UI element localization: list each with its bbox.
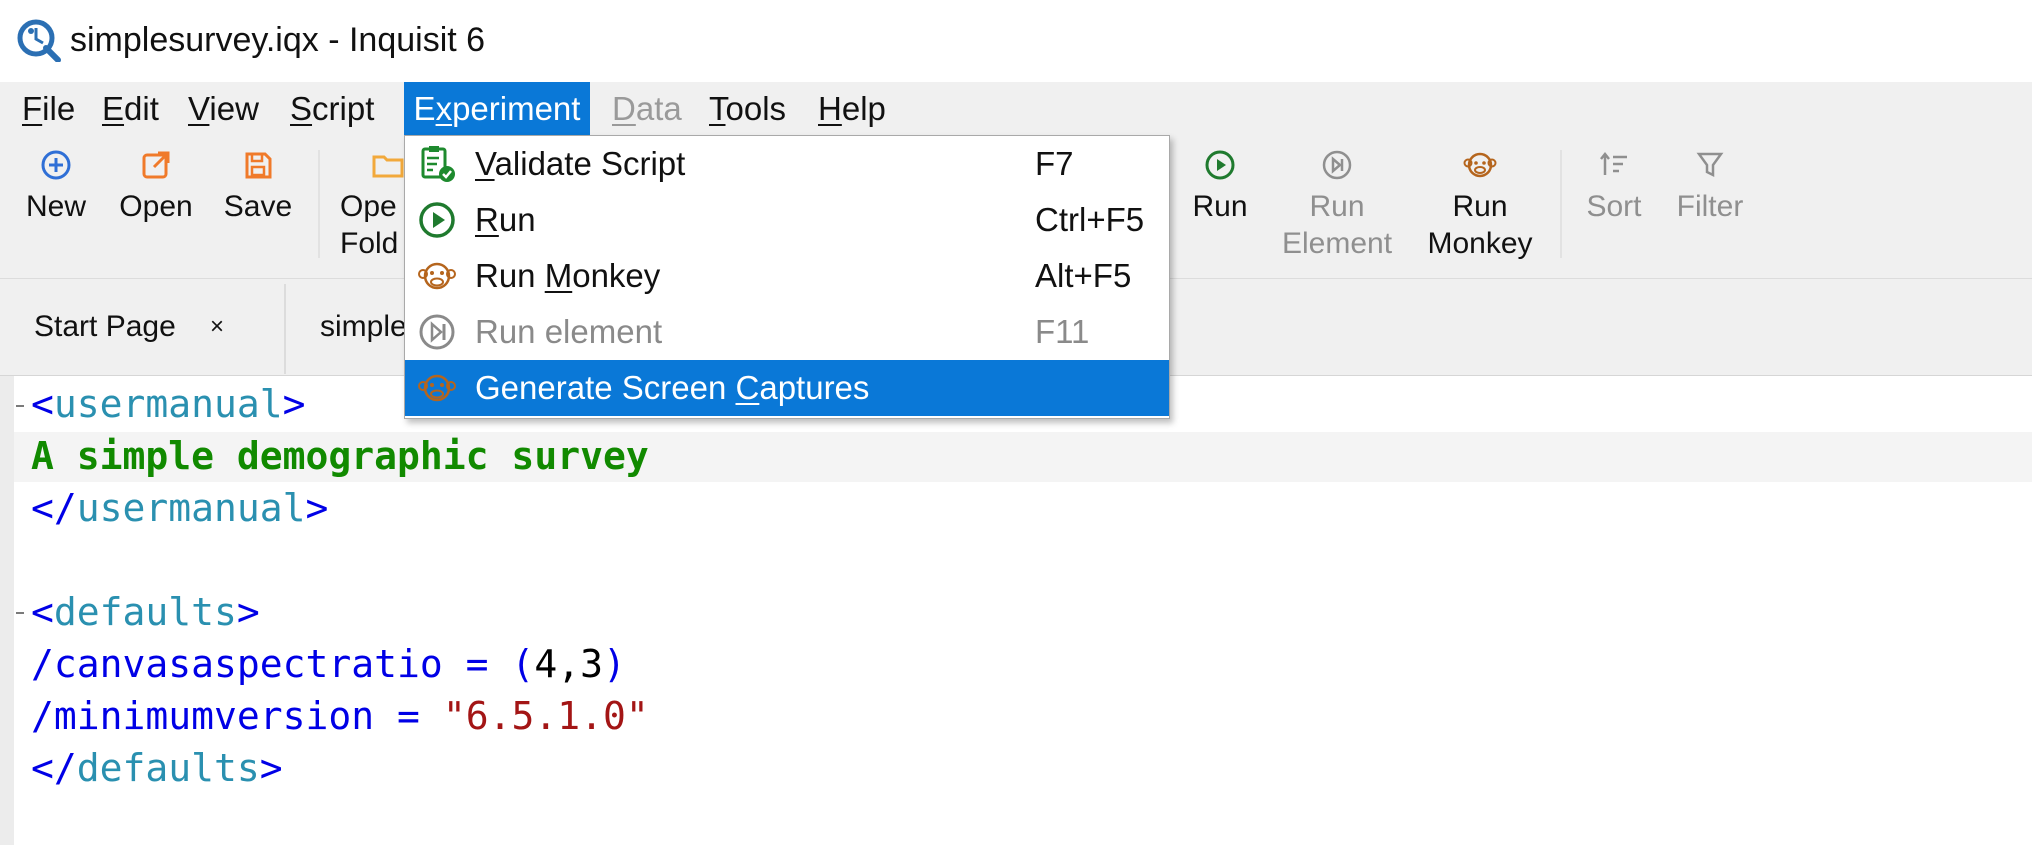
validate-script-label: Validate Script	[475, 145, 686, 182]
title-bar: simplesurvey.iqx - Inquisit 6	[0, 0, 2032, 82]
menu-help[interactable]: Help	[818, 82, 886, 135]
run-button[interactable]: Run	[1182, 147, 1258, 226]
code-line-3: </usermanual>	[31, 486, 329, 530]
sort-icon	[1600, 151, 1627, 175]
run-shortcut: Ctrl+F5	[1035, 201, 1145, 238]
open-folder-label-1: Ope	[340, 190, 397, 223]
open-button[interactable]: Open	[112, 147, 200, 226]
menu-edit[interactable]: Edit	[102, 82, 159, 135]
save-disk-icon	[245, 152, 272, 179]
open-folder-button[interactable]: Ope Fold	[340, 147, 410, 263]
menu-item-run[interactable]: Run Ctrl+F5	[405, 192, 1169, 248]
tab-simplesurvey[interactable]: simple	[286, 279, 406, 375]
menu-data[interactable]: Data	[612, 82, 682, 135]
tab-separator	[284, 284, 286, 374]
validate-checklist-icon	[421, 146, 455, 182]
monkey-icon	[1463, 152, 1497, 178]
tab-start-page-label: Start Page	[34, 310, 176, 343]
run-label: Run	[475, 201, 536, 238]
monkey-icon	[418, 374, 456, 402]
run-element-shortcut: F11	[1035, 313, 1090, 350]
open-label: Open	[119, 190, 193, 223]
menu-bar: File Edit View Script Experiment Data To…	[0, 82, 2032, 135]
run-monkey-label: Run Monkey	[475, 257, 661, 294]
filter-button[interactable]: Filter	[1668, 147, 1752, 226]
folder-icon	[372, 155, 404, 178]
run-label: Run	[1192, 190, 1248, 223]
code-line-7: /minimumversion = "6.5.1.0"	[31, 694, 649, 738]
run-element-button[interactable]: Run Element	[1272, 147, 1402, 263]
editor-gutter	[0, 376, 14, 845]
run-monkey-label-2: Monkey	[1427, 227, 1533, 260]
fold-marker[interactable]	[16, 405, 24, 407]
menu-script[interactable]: Script	[290, 82, 374, 135]
code-line-5: <defaults>	[31, 590, 260, 634]
plus-circle-icon	[41, 150, 71, 180]
inquisit-app-icon	[17, 19, 61, 62]
run-monkey-shortcut: Alt+F5	[1035, 257, 1132, 294]
play-circle-icon	[419, 202, 455, 238]
menu-item-generate-screen-captures[interactable]: Generate Screen Captures	[405, 360, 1169, 416]
toolbar-separator	[1560, 150, 1562, 258]
experiment-menu-dropdown: Validate Script F7 Run Ctrl+F5 Run Monke…	[404, 135, 1170, 419]
play-circle-icon	[1205, 150, 1235, 180]
code-line-6: /canvasaspectratio = (4,3)	[31, 642, 626, 686]
filter-label: Filter	[1676, 190, 1744, 223]
skip-circle-icon	[419, 314, 455, 350]
menu-file[interactable]: File	[22, 82, 75, 135]
save-label: Save	[223, 190, 293, 223]
new-label: New	[25, 190, 86, 223]
run-element-label: Run element	[475, 313, 663, 350]
tab-start-page[interactable]: Start Page ×	[0, 279, 284, 375]
save-button[interactable]: Save	[218, 147, 298, 226]
open-file-icon	[142, 151, 170, 179]
menu-tools[interactable]: Tools	[709, 82, 786, 135]
open-folder-label-2: Fold	[340, 227, 399, 260]
window-title: simplesurvey.iqx - Inquisit 6	[70, 21, 486, 59]
new-button[interactable]: New	[18, 147, 94, 226]
generate-screen-captures-label: Generate Screen Captures	[475, 369, 870, 406]
code-line-1: <usermanual>	[31, 382, 306, 426]
sort-label: Sort	[1586, 190, 1642, 223]
toolbar-separator	[318, 150, 320, 258]
menu-item-run-element[interactable]: Run element F11	[405, 304, 1169, 360]
tab-simplesurvey-label: simple	[320, 310, 406, 343]
code-line-2: A simple demographic survey	[31, 434, 649, 478]
skip-circle-icon	[1322, 150, 1352, 180]
validate-script-shortcut: F7	[1035, 145, 1074, 182]
code-line-8: </defaults>	[31, 746, 283, 790]
run-element-label-2: Element	[1281, 227, 1393, 260]
sort-button[interactable]: Sort	[1576, 147, 1652, 226]
fold-marker[interactable]	[16, 612, 24, 614]
run-monkey-label-1: Run	[1452, 190, 1508, 223]
filter-funnel-icon	[1696, 152, 1724, 178]
run-element-label-1: Run	[1309, 190, 1365, 223]
menu-item-validate-script[interactable]: Validate Script F7	[405, 136, 1169, 192]
monkey-icon	[418, 262, 456, 290]
run-monkey-button[interactable]: Run Monkey	[1420, 147, 1540, 263]
tab-close-icon[interactable]: ×	[210, 279, 224, 375]
menu-view[interactable]: View	[188, 82, 259, 135]
menu-experiment[interactable]: Experiment	[404, 82, 590, 135]
menu-item-run-monkey[interactable]: Run Monkey Alt+F5	[405, 248, 1169, 304]
